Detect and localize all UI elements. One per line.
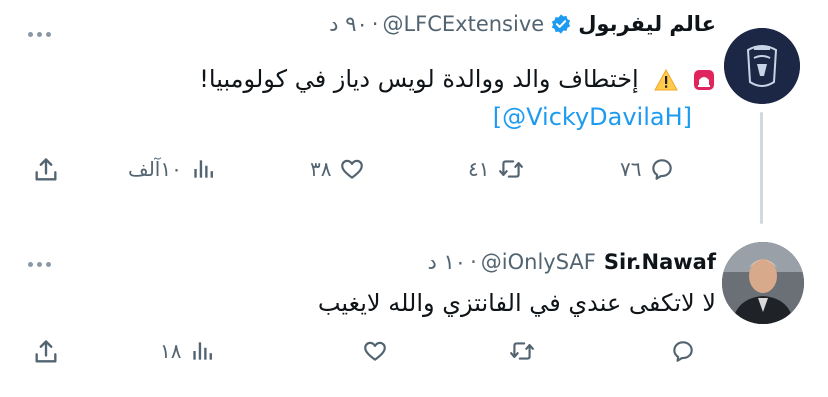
- like-icon: [364, 341, 386, 361]
- reply-count: ٧٦: [620, 157, 642, 181]
- tweet-header: Sir.Nawaf @iOnlySAF · ١٠ د: [427, 250, 716, 274]
- tweet-2[interactable]: Sir.Nawaf @iOnlySAF · ١٠ د لا لاتكفى عند…: [0, 220, 828, 397]
- reply-icon: [652, 159, 673, 180]
- separator-dot: ·: [470, 250, 477, 274]
- views-icon: [193, 342, 213, 360]
- tweet-text: لا لاتكفى عندي في الفانتزي والله لايغيب: [317, 289, 716, 317]
- views-button[interactable]: ١٠آلف: [128, 156, 216, 182]
- views-button[interactable]: ١٨: [160, 338, 215, 364]
- reply-button[interactable]: [662, 338, 696, 364]
- author-name[interactable]: عالم ليفربول: [578, 12, 716, 36]
- mention-link[interactable]: [@VickyDavilaH]: [493, 100, 692, 134]
- retweet-count: ٤١: [468, 157, 490, 181]
- avatar[interactable]: [724, 28, 800, 104]
- like-icon: [341, 159, 364, 179]
- retweet-button[interactable]: ٤١: [468, 156, 525, 182]
- like-count: ٣٨: [310, 157, 332, 181]
- retweet-icon: [499, 160, 524, 178]
- tweet-text-main: إختطاف والد ووالدة لويس دياز في كولومبيا…: [199, 65, 639, 93]
- author-handle[interactable]: @iOnlySAF: [481, 250, 596, 274]
- more-icon[interactable]: [28, 32, 51, 37]
- action-bar: ٧٦ ٤١ ٣٨ ١٠آلف: [0, 156, 828, 196]
- reply-button[interactable]: ٧٦: [620, 156, 675, 182]
- retweet-button[interactable]: [500, 338, 536, 364]
- share-icon: [35, 340, 57, 363]
- like-button[interactable]: ٣٨: [310, 156, 365, 182]
- share-icon: [35, 158, 57, 181]
- views-count: ١٨: [160, 339, 182, 363]
- share-button[interactable]: [32, 156, 60, 184]
- tweet-header: عالم ليفربول @LFCExtensive · ٩٠ د: [329, 12, 716, 36]
- reply-icon: [673, 341, 693, 362]
- verified-badge-icon: [550, 13, 572, 35]
- timestamp[interactable]: ١٠ د: [427, 250, 466, 274]
- more-icon[interactable]: [28, 262, 51, 267]
- tweet-1[interactable]: عالم ليفربول @LFCExtensive · ٩٠ د إختطاف…: [0, 0, 828, 224]
- views-icon: [194, 160, 213, 178]
- person-photo-icon: [722, 242, 804, 324]
- timestamp[interactable]: ٩٠ د: [329, 12, 368, 36]
- views-count: ١٠آلف: [128, 157, 182, 181]
- siren-emoji-icon: [692, 68, 716, 92]
- author-name[interactable]: Sir.Nawaf: [604, 250, 716, 274]
- avatar[interactable]: [722, 242, 804, 324]
- retweet-icon: [510, 342, 534, 360]
- separator-dot: ·: [371, 12, 379, 36]
- like-button[interactable]: [354, 338, 388, 364]
- warning-emoji-icon: [654, 69, 679, 91]
- action-bar: ١٨: [0, 338, 828, 378]
- tweet-text: إختطاف والد ووالدة لويس دياز في كولومبيا…: [199, 62, 716, 96]
- author-handle[interactable]: @LFCExtensive: [382, 12, 544, 36]
- share-button[interactable]: [32, 338, 60, 366]
- lfc-crest-icon: [724, 28, 800, 104]
